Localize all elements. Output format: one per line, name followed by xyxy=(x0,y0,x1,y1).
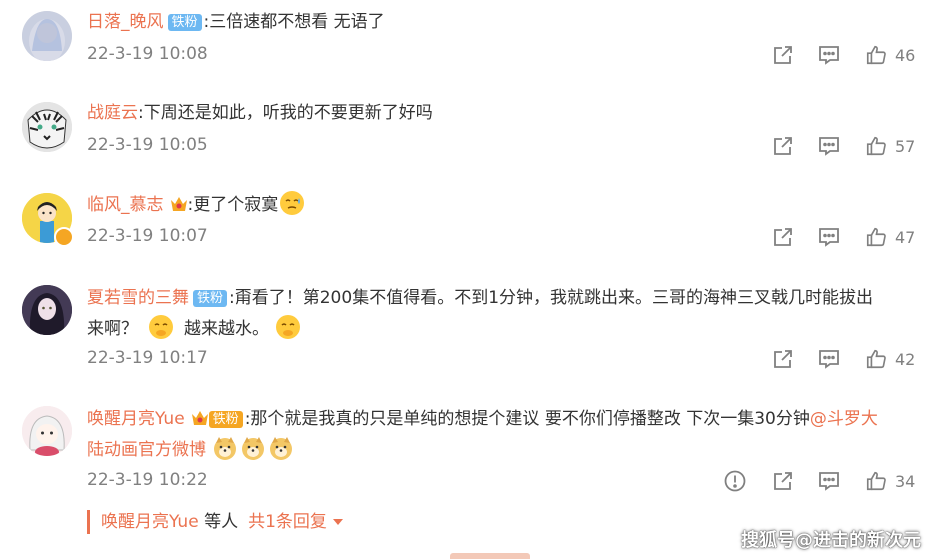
share-icon xyxy=(774,472,792,490)
comment-button[interactable] xyxy=(817,347,841,371)
next-item-edge xyxy=(450,553,530,559)
like-count: 34 xyxy=(895,471,916,491)
crown-badge-icon xyxy=(170,197,187,211)
like-button[interactable]: 57 xyxy=(865,134,915,158)
comment-button[interactable] xyxy=(817,469,841,493)
comment-text-line-2: 来啊？ 越来越水。 xyxy=(87,314,927,343)
mention-link-cont[interactable]: 陆动画官方微博 xyxy=(87,440,206,460)
like-count: 57 xyxy=(895,136,916,156)
comment-text-cont: 来啊？ xyxy=(87,319,138,339)
comment-text: :三倍速都不想看 无语了 xyxy=(203,12,385,32)
thumbs-up-icon xyxy=(866,227,886,247)
like-button[interactable]: 46 xyxy=(865,43,915,67)
like-button[interactable]: 47 xyxy=(865,225,915,249)
report-button[interactable] xyxy=(723,469,747,493)
comment-username[interactable]: 夏若雪的三舞 xyxy=(87,288,189,308)
thumbs-up-icon xyxy=(866,471,886,491)
comment-username[interactable]: 战庭云 xyxy=(87,103,138,123)
watermark: 搜狐号@进击的新次元 xyxy=(741,530,921,551)
chevron-down-icon xyxy=(332,519,343,525)
comment-time: 22-3-19 10:08 xyxy=(87,44,208,64)
avatar[interactable] xyxy=(22,285,72,335)
sweat-emoji-icon xyxy=(280,191,305,215)
thumbs-up-icon xyxy=(866,349,886,369)
fan-badge: 铁粉 xyxy=(208,411,243,428)
comment-text: :更了个寂寞 xyxy=(187,195,279,215)
comment-time: 22-3-19 10:05 xyxy=(87,135,208,155)
share-icon xyxy=(774,228,792,246)
comment-actions: 57 xyxy=(771,134,921,158)
comment-username[interactable]: 临风_慕志 xyxy=(87,195,164,215)
comment-icon xyxy=(819,350,839,369)
comment-username[interactable]: 唤醒月亮Yue xyxy=(87,409,185,429)
thumbs-up-icon xyxy=(866,136,886,156)
fan-badge: 铁粉 xyxy=(193,290,228,307)
comment-text-line: 战庭云:下周还是如此，听我的不要更新了好吗 xyxy=(87,99,927,127)
share-button[interactable] xyxy=(771,469,795,493)
reply-summary[interactable]: 唤醒月亮Yue 等人 共1条回复 xyxy=(87,510,343,534)
comment-icon xyxy=(819,46,839,65)
comment-text-line: 日落_晚风 铁粉:三倍速都不想看 无语了 xyxy=(87,8,927,36)
comment-button[interactable] xyxy=(817,43,841,67)
report-icon xyxy=(724,470,746,492)
avatar[interactable] xyxy=(22,102,72,152)
share-icon xyxy=(774,137,792,155)
comment-text-line-2: 陆动画官方微博 xyxy=(87,435,927,464)
comment-text-cont: 越来越水。 xyxy=(184,319,269,339)
avatar[interactable] xyxy=(22,406,72,456)
crown-badge-icon xyxy=(191,411,208,425)
comment-icon xyxy=(819,228,839,247)
comment-icon xyxy=(819,137,839,156)
shush-emoji-icon xyxy=(276,315,300,339)
share-button[interactable] xyxy=(771,225,795,249)
comment-actions: 46 xyxy=(771,43,921,67)
share-button[interactable] xyxy=(771,43,795,67)
shush-emoji-icon xyxy=(149,315,173,339)
comment-button[interactable] xyxy=(817,225,841,249)
share-button[interactable] xyxy=(771,134,795,158)
like-button[interactable]: 42 xyxy=(865,347,915,371)
like-button[interactable]: 34 xyxy=(865,469,915,493)
comment-button[interactable] xyxy=(817,134,841,158)
like-count: 42 xyxy=(895,349,916,369)
avatar[interactable] xyxy=(22,11,72,61)
comment-actions: 47 xyxy=(771,225,921,249)
comment-text-line: 唤醒月亮Yue 铁粉:那个就是我真的只是单纯的想提个建议 要不你们停播整改 下次一… xyxy=(87,405,927,433)
comment-text-line: 夏若雪的三舞 铁粉:甭看了！第200集不值得看。不到1分钟，我就跳出来。三哥的海神… xyxy=(87,284,927,312)
comment-time: 22-3-19 10:22 xyxy=(87,470,208,490)
doge-emoji-icon xyxy=(214,437,236,460)
comment-text: :下周还是如此，听我的不要更新了好吗 xyxy=(138,103,433,123)
comment-time: 22-3-19 10:07 xyxy=(87,226,208,246)
comment-text: :那个就是我真的只是单纯的想提个建议 要不你们停播整改 下次一集30分钟 xyxy=(244,409,810,429)
reply-others: 等人 xyxy=(198,512,239,532)
reply-count-link[interactable]: 共1条回复 xyxy=(248,512,327,532)
comment-username[interactable]: 日落_晚风 xyxy=(87,12,164,32)
share-icon xyxy=(774,46,792,64)
fan-badge: 铁粉 xyxy=(167,14,202,31)
comment-actions: 34 xyxy=(723,469,921,493)
comment-time: 22-3-19 10:17 xyxy=(87,348,208,368)
comment-actions: 42 xyxy=(771,347,921,371)
thumbs-up-icon xyxy=(866,45,886,65)
doge-emoji-icon xyxy=(270,437,292,460)
like-count: 46 xyxy=(895,45,916,65)
mention-link[interactable]: @斗罗大 xyxy=(810,409,878,429)
doge-emoji-icon xyxy=(242,437,264,460)
verified-badge-icon xyxy=(54,227,74,247)
comment-text: :甭看了！第200集不值得看。不到1分钟，我就跳出来。三哥的海神三叉戟几时能拔出 xyxy=(229,288,874,308)
like-count: 47 xyxy=(895,227,916,247)
comment-icon xyxy=(819,472,839,491)
comment-text-line: 临风_慕志 :更了个寂寞 xyxy=(87,190,927,219)
share-icon xyxy=(774,350,792,368)
share-button[interactable] xyxy=(771,347,795,371)
reply-username[interactable]: 唤醒月亮Yue xyxy=(101,512,199,532)
